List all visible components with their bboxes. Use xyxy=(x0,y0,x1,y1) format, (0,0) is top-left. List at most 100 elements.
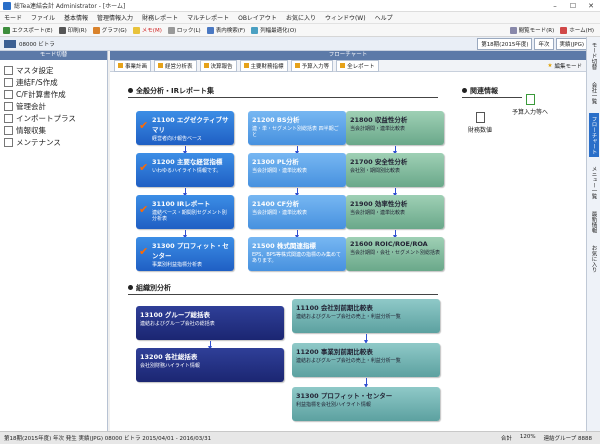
org-analysis-title: 組織別分析 xyxy=(128,283,171,293)
home-button[interactable]: ホーム(H) xyxy=(560,26,594,34)
flow-arrow xyxy=(364,378,368,388)
database-selector[interactable]: 08000 ビトラ xyxy=(4,39,55,48)
sidebar-item-management-accounting[interactable]: 管理会計 xyxy=(0,100,107,112)
sidebar-item-consolidated-fs[interactable]: 連結F/S作成 xyxy=(0,76,107,88)
menu-ob-layout[interactable]: OBレイアウト xyxy=(238,13,277,22)
database-icon xyxy=(4,39,16,48)
flow-arrow xyxy=(393,146,397,155)
graph-button[interactable]: グラフ(G) xyxy=(92,26,127,34)
flow-arrow xyxy=(183,188,187,197)
column-width-button[interactable]: 列幅最適化(O) xyxy=(251,26,296,34)
app-icon xyxy=(3,1,11,10)
card-21100-executive-summary[interactable]: ✔ 21100 エグゼクティブサマリ 経営者向け報告ベース xyxy=(136,111,234,145)
card-21300-pl-analysis[interactable]: 21300 PL分析 当会計期間・連単比較表 xyxy=(248,153,346,187)
card-21800-profitability[interactable]: 21800 収益性分析 当会計期間・連単比較表 xyxy=(346,111,444,145)
home-icon xyxy=(560,26,568,34)
period-type[interactable]: 年次 xyxy=(534,37,554,50)
right-tab-latest-info[interactable]: 最新情報 xyxy=(589,208,599,236)
memo-icon xyxy=(132,26,140,34)
card-11100-company-yoy[interactable]: 11100 会社別前期比較表 連結およびグループ会社の売上・利益分析一覧 xyxy=(292,299,440,333)
maintenance-icon xyxy=(4,137,13,147)
menu-help[interactable]: ヘルプ xyxy=(375,13,393,22)
menu-mode[interactable]: モード xyxy=(4,13,22,22)
tab-budget-input[interactable]: 予算入力等 xyxy=(290,59,334,72)
card-11200-business-yoy[interactable]: 11200 事業別前期比較表 連結およびグループ会社の売上・利益分析一覧 xyxy=(292,343,440,377)
print-button[interactable]: 印刷(R) xyxy=(58,26,87,34)
maximize-icon[interactable]: ☐ xyxy=(564,2,582,10)
status-bar: 第18期(2015年度) 年次 発生 実績(JPG) 08000 ビトラ 201… xyxy=(0,431,600,444)
sidebar-header: モード切替 xyxy=(0,51,107,60)
tab-settlement-report[interactable]: 決算報告 xyxy=(199,59,237,72)
folder-icon xyxy=(294,63,300,68)
flow-arrow xyxy=(295,146,299,155)
zoom-level[interactable]: 120% xyxy=(520,434,536,442)
cash-flow-icon xyxy=(4,89,13,99)
scenario[interactable]: 実績(JPG) xyxy=(555,37,588,50)
lock-button[interactable]: ロック(L) xyxy=(167,26,201,34)
budget-input-link[interactable]: 予算入力等へ xyxy=(508,94,552,116)
card-21200-bs-analysis[interactable]: 21200 BS分析 連・単・セグメント別総括表 四半期ごと xyxy=(248,111,346,145)
menu-window[interactable]: ウィンドウ(W) xyxy=(325,13,366,22)
checkmark-icon: ✔ xyxy=(139,203,149,216)
card-31300-profit-center-company[interactable]: 31300 プロフィット・センター 利益指標を会社別ハイライト情報 xyxy=(292,387,440,421)
card-21400-cf-analysis[interactable]: 21400 CF分析 当会計期間・連単比較表 xyxy=(248,195,346,229)
card-21900-efficiency[interactable]: 21900 効率性分析 当会計期間・連単比較表 xyxy=(346,195,444,229)
right-tab-flowchart[interactable]: フローチャート xyxy=(588,112,599,157)
right-tab-company-list[interactable]: 会社一覧 xyxy=(589,79,599,107)
menu-multi-report[interactable]: マルチレポート xyxy=(187,13,229,22)
export-icon xyxy=(3,26,10,34)
card-13200-company-summary[interactable]: 13200 各社総括表 会社別財務ハイライト情報 xyxy=(136,348,284,382)
checkmark-icon: ✔ xyxy=(139,161,149,174)
edit-mode-button[interactable]: ★ 編集モード xyxy=(548,62,582,70)
sidebar-item-cash-flow[interactable]: C/F計算書作成 xyxy=(0,88,107,100)
close-icon[interactable]: ✕ xyxy=(582,2,600,10)
folder-icon xyxy=(118,63,123,68)
tab-key-financial-indicators[interactable]: 主要財務指標 xyxy=(239,59,288,72)
print-icon xyxy=(58,26,66,34)
export-button[interactable]: エクスポート(E) xyxy=(3,26,53,34)
tab-business-plan[interactable]: 事業計画 xyxy=(114,59,152,72)
folder-icon xyxy=(340,63,346,68)
card-31100-ir-report[interactable]: ✔ 31100 IRレポート 連結ベース・期間別セグメント別分析表 xyxy=(136,195,234,229)
card-21700-safety[interactable]: 21700 安全性分析 会社別・期間別比較表 xyxy=(346,153,444,187)
card-21600-roic-roe-roa[interactable]: 21600 ROIC/ROE/ROA 当会計期間・会社・セグメント別総括表 xyxy=(346,237,444,271)
minimize-icon[interactable]: – xyxy=(546,2,564,10)
sidebar-item-master-settings[interactable]: マスタ設定 xyxy=(0,64,107,76)
financial-figures-link[interactable]: 財務数値 xyxy=(462,112,498,134)
card-13100-group-summary[interactable]: 13100 グループ総括表 連結およびグループ会社の総括表 xyxy=(136,306,284,340)
sidebar-item-info-collection[interactable]: 情報収集 xyxy=(0,124,107,136)
mode-list: マスタ設定 連結F/S作成 C/F計算書作成 管理会計 インポートプラス 情報収… xyxy=(0,60,107,148)
window-controls: – ☐ ✕ xyxy=(546,2,600,10)
flow-arrow xyxy=(295,230,299,239)
budget-arrow-icon xyxy=(525,94,535,105)
right-tab-favorites[interactable]: お気に入り xyxy=(589,242,599,276)
import-plus-icon xyxy=(4,113,13,123)
table-search-button[interactable]: 表内検索(F) xyxy=(206,26,245,34)
sidebar-item-maintenance[interactable]: メンテナンス xyxy=(0,136,107,148)
card-31300-profit-center[interactable]: ✔ 31300 プロフィット・センター 事業別利益指標分析表 xyxy=(136,237,234,271)
document-icon xyxy=(475,112,485,123)
sidebar-item-import-plus[interactable]: インポートプラス xyxy=(0,112,107,124)
menu-management-input[interactable]: 管理情報入力 xyxy=(97,13,133,22)
card-31200-key-indicators[interactable]: ✔ 31200 主要な経営指標 いわゆるハイライト情報です。 xyxy=(136,153,234,187)
overall-analysis-title: 全般分析・IRレポート集 xyxy=(128,86,214,96)
status-group: 連結グループ 8888 xyxy=(543,436,592,442)
flow-arrow xyxy=(393,188,397,197)
org-analysis-divider xyxy=(128,294,438,295)
menu-financial-report[interactable]: 財務レポート xyxy=(142,13,178,22)
menu-basic-info[interactable]: 基本情報 xyxy=(64,13,88,22)
consolidated-fs-icon xyxy=(4,77,13,87)
menu-favorites[interactable]: お気に入り xyxy=(286,13,316,22)
card-21500-stock-indicators[interactable]: 21500 株式関連指標 EPS、BPS等株式関連の指標のみ集めてあります。 xyxy=(248,237,346,271)
tab-all-reports[interactable]: 全レポート xyxy=(336,59,379,72)
right-tab-mode[interactable]: モード切替 xyxy=(589,39,599,73)
fiscal-period[interactable]: 第18期(2015年度) xyxy=(477,37,533,50)
column-width-icon xyxy=(251,26,259,34)
tab-management-analysis[interactable]: 経営分析表 xyxy=(154,59,197,72)
view-mode-button[interactable]: 閲覧モード(R) xyxy=(509,26,554,34)
menu-file[interactable]: ファイル xyxy=(31,13,55,22)
memo-button[interactable]: メモ(M) xyxy=(132,26,162,34)
period-selector: 第18期(2015年度) 年次 実績(JPG) xyxy=(477,37,590,50)
menu-bar: モード ファイル 基本情報 管理情報入力 財務レポート マルチレポート OBレイ… xyxy=(0,12,600,24)
right-tab-menu-list[interactable]: メニュー一覧 xyxy=(589,163,599,202)
